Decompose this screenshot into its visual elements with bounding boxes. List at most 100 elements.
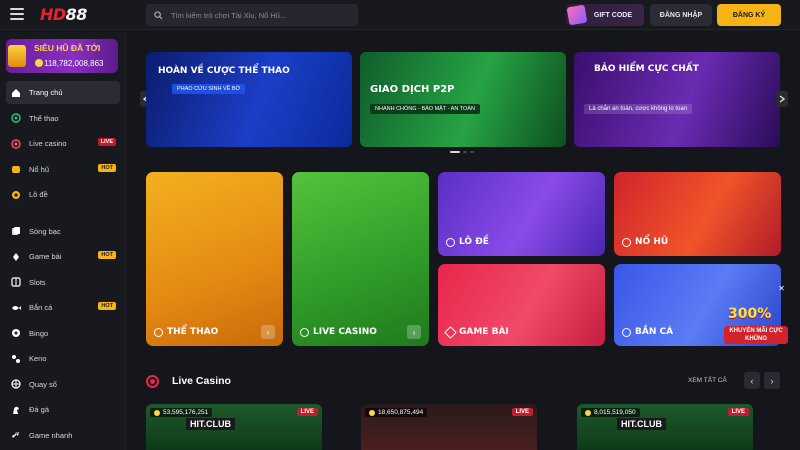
section-next-button[interactable]: › <box>764 372 780 389</box>
carousel-dot[interactable] <box>463 151 467 153</box>
hot-badge: HOT <box>98 302 116 310</box>
category-label: NỔ HŨ <box>622 237 668 247</box>
keno-icon <box>11 354 21 364</box>
slot-jar-icon <box>11 164 21 174</box>
search-box[interactable] <box>146 4 358 26</box>
category-game-bai[interactable]: GAME BÀI <box>438 264 605 346</box>
jackpot-amount-tag: 53,595,176,251 <box>150 408 213 417</box>
sidebar-item-song-bac[interactable]: Sòng bạc <box>6 220 120 243</box>
sidebar-nav: Trang chủ Thể thao Live casino LIVE Nổ h… <box>6 81 120 449</box>
sidebar-item-game-bai[interactable]: Game bài HOT <box>6 245 120 268</box>
sidebar-item-slots[interactable]: Slots <box>6 271 120 294</box>
sidebar-item-game-nhanh[interactable]: Game nhanh <box>6 424 120 447</box>
close-icon[interactable]: ✕ <box>777 284 786 293</box>
register-button[interactable]: ĐĂNG KÝ <box>717 4 781 26</box>
banner-insurance[interactable]: BẢO HIỂM CỰC CHẤT Là chắn an toàn, cược … <box>574 52 780 147</box>
live-badge: LIVE <box>727 408 749 416</box>
sidebar-item-lo-de[interactable]: Lô đề <box>6 183 120 206</box>
sidebar-item-live-casino[interactable]: Live casino LIVE <box>6 132 120 155</box>
chevron-right-icon <box>779 95 785 103</box>
sidebar-item-bingo[interactable]: Bingo <box>6 322 120 345</box>
live-badge: LIVE <box>97 138 116 146</box>
cards-icon <box>11 226 21 236</box>
logo-88-text: 88 <box>65 5 88 24</box>
tile-brand: HIT.CLUB <box>186 418 235 430</box>
gift-icon <box>566 4 588 26</box>
live-badge: LIVE <box>296 408 318 416</box>
category-label: THỂ THAO <box>154 327 218 337</box>
category-label: LIVE CASINO <box>300 327 377 337</box>
category-ca-text: BẮN CÁ <box>635 327 674 337</box>
banner-sport-refund[interactable]: HOÀN VỀ CƯỢC THỂ THAO PHAO CỨU SINH VỀ B… <box>146 52 352 147</box>
promo-popup[interactable]: ✕ 300% KHUYẾN MÃI CỰC KHỦNG <box>724 284 788 356</box>
fish-icon <box>622 327 631 337</box>
slot-jar-icon <box>622 237 631 247</box>
category-no-hu[interactable]: NỔ HŨ <box>614 172 781 256</box>
see-all-link[interactable]: XEM TẤT CẢ <box>688 377 727 384</box>
banner-next-button[interactable] <box>776 91 788 107</box>
jackpot-banner[interactable]: SIÊU HŨ ĐÃ TỚI 118,782,008,863 <box>6 39 118 73</box>
carousel-dot[interactable] <box>450 151 460 153</box>
category-nohu-text: NỔ HŨ <box>635 237 669 247</box>
chevron-right-icon[interactable]: › <box>407 325 421 339</box>
sidebar-item-label: Thể thao <box>29 113 59 123</box>
login-button[interactable]: ĐĂNG NHẬP <box>650 4 712 26</box>
sidebar-item-no-hu[interactable]: Nổ hũ HOT <box>6 158 120 181</box>
card-game-icon <box>444 325 457 339</box>
site-logo[interactable]: HD88 <box>40 5 87 24</box>
category-live-casino[interactable]: LIVE CASINO › <box>292 172 429 346</box>
carousel-dot[interactable] <box>470 151 474 153</box>
soccer-ball-icon <box>11 113 21 123</box>
banner-subtitle: NHANH CHÓNG - BẢO MẬT - AN TOÀN <box>370 104 480 114</box>
sidebar-item-sport[interactable]: Thể thao <box>6 107 120 130</box>
carousel-dots <box>450 151 474 153</box>
tile-amount: 53,595,176,251 <box>163 409 209 416</box>
category-lo-de[interactable]: LÔ ĐỀ <box>438 172 605 256</box>
coin-icon <box>369 409 375 416</box>
gift-code-button[interactable]: GIFT CODE <box>566 4 644 26</box>
jackpot-amount: 118,782,008,863 <box>44 59 104 68</box>
sidebar-item-label: Quay số <box>29 379 57 389</box>
live-game-tile[interactable]: 8,015,519,050 LIVE HIT.CLUB <box>577 404 753 450</box>
search-icon <box>154 10 163 19</box>
banner-subtitle: Là chắn an toàn, cược không lo toan <box>584 104 693 114</box>
sidebar-item-home[interactable]: Trang chủ <box>6 81 120 104</box>
hot-badge: HOT <box>98 251 116 259</box>
live-game-tile[interactable]: 53,595,176,251 LIVE HIT.CLUB <box>146 404 322 450</box>
category-label: BẮN CÁ <box>622 327 673 337</box>
tile-amount: 8,015,519,050 <box>594 409 636 416</box>
sidebar-item-label: Game bài <box>29 252 62 261</box>
section-prev-button[interactable]: ‹ <box>744 372 760 389</box>
banner-p2p[interactable]: GIAO DỊCH P2P NHANH CHÓNG - BẢO MẬT - AN… <box>360 52 566 147</box>
sidebar-item-ban-ca[interactable]: Bắn cá HOT <box>6 296 120 319</box>
bingo-icon <box>11 328 21 338</box>
sidebar-item-label: Bingo <box>29 328 49 338</box>
jackpot-amount-tag: 18,650,875,494 <box>365 408 428 417</box>
sidebar-item-label: Bắn cá <box>29 303 53 312</box>
sidebar-item-label: Keno <box>29 354 47 363</box>
fish-icon <box>11 303 21 313</box>
top-header: HD88 GIFT CODE ĐĂNG NHẬP ĐĂNG KÝ <box>0 0 800 30</box>
rocket-icon <box>11 430 21 440</box>
gift-code-label: GIFT CODE <box>593 11 632 19</box>
sidebar-item-da-ga[interactable]: Đá gà <box>6 398 120 421</box>
sidebar-item-quay-so[interactable]: Quay số <box>6 373 120 396</box>
jackpot-amount-tag: 8,015,519,050 <box>581 408 640 417</box>
sidebar-item-label: Live casino <box>29 139 67 148</box>
menu-icon[interactable] <box>10 8 24 20</box>
rooster-icon <box>11 405 21 415</box>
banner-subtitle: PHAO CỨU SINH VỀ BỜ <box>172 84 246 94</box>
live-game-tile[interactable]: 18,650,875,494 LIVE <box>361 404 537 450</box>
sidebar-item-keno[interactable]: Keno <box>6 347 120 370</box>
jackpot-title: SIÊU HŨ ĐÃ TỚI <box>34 43 101 53</box>
chevron-right-icon[interactable]: › <box>261 325 275 339</box>
hot-badge: HOT <box>98 163 116 172</box>
treasure-chest-icon <box>8 45 26 67</box>
tile-amount: 18,650,875,494 <box>378 409 424 416</box>
sidebar: SIÊU HŨ ĐÃ TỚI 118,782,008,863 Trang chủ… <box>0 31 126 450</box>
tile-brand: HIT.CLUB <box>617 418 666 430</box>
search-input[interactable] <box>171 10 351 20</box>
sidebar-item-label: Nổ hũ <box>29 164 50 174</box>
category-sport[interactable]: THỂ THAO › <box>146 172 283 346</box>
category-bai-text: GAME BÀI <box>459 327 509 337</box>
